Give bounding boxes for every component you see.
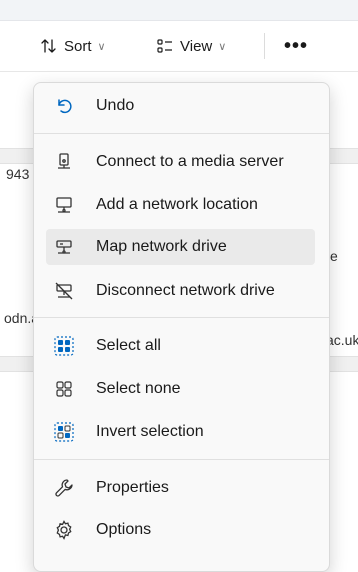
menu-item-connect-media-server[interactable]: Connect to a media server (46, 144, 315, 180)
menu-divider (34, 133, 329, 134)
menu-item-label: Invert selection (96, 423, 204, 440)
more-options-button[interactable]: ••• (284, 21, 308, 71)
menu-item-label: Connect to a media server (96, 153, 284, 170)
menu-item-add-network-location[interactable]: Add a network location (46, 187, 315, 223)
menu-item-label: Add a network location (96, 196, 258, 213)
menu-item-label: Properties (96, 479, 169, 496)
chevron-down-icon: ∨ (97, 40, 106, 53)
menu-item-label: Options (96, 521, 152, 538)
menu-item-select-none[interactable]: Select none (46, 371, 315, 407)
undo-icon (54, 96, 74, 116)
file-list-text: ac.uk (326, 332, 358, 348)
menu-item-undo[interactable]: Undo (46, 88, 315, 124)
toolbar-divider (264, 33, 265, 59)
menu-item-label: Select none (96, 380, 181, 397)
chevron-down-icon: ∨ (218, 40, 227, 53)
window-top-strip (0, 0, 358, 21)
more-icon: ••• (284, 34, 309, 57)
disconnect-drive-icon (54, 281, 74, 301)
file-list-text: e (330, 248, 338, 264)
network-location-icon (54, 195, 74, 215)
menu-item-options[interactable]: Options (46, 512, 315, 548)
gear-icon (54, 520, 74, 540)
menu-item-select-all[interactable]: Select all (46, 328, 315, 364)
menu-item-disconnect-network-drive[interactable]: Disconnect network drive (46, 273, 315, 309)
menu-item-label: Select all (96, 337, 161, 354)
select-none-icon (54, 379, 74, 399)
map-drive-icon (54, 237, 74, 257)
command-bar: Sort ∨ View ∨ ••• (0, 21, 358, 72)
invert-selection-icon (54, 422, 74, 442)
menu-divider (34, 317, 329, 318)
menu-divider (34, 459, 329, 460)
select-all-icon (54, 336, 74, 356)
view-button[interactable]: View ∨ (156, 21, 226, 71)
sort-label: Sort (64, 37, 92, 55)
sort-button[interactable]: Sort ∨ (40, 21, 106, 71)
sort-icon (40, 37, 58, 55)
view-label: View (180, 37, 213, 55)
menu-item-invert-selection[interactable]: Invert selection (46, 414, 315, 450)
menu-item-label: Undo (96, 97, 135, 114)
media-server-icon (54, 152, 74, 172)
menu-item-label: Disconnect network drive (96, 282, 275, 299)
menu-item-map-network-drive[interactable]: Map network drive (46, 229, 315, 265)
view-icon (156, 37, 174, 55)
more-options-menu: Undo Connect to a media server Add a net… (33, 82, 330, 572)
wrench-icon (54, 478, 74, 498)
menu-item-properties[interactable]: Properties (46, 470, 315, 506)
menu-item-label: Map network drive (96, 238, 227, 255)
